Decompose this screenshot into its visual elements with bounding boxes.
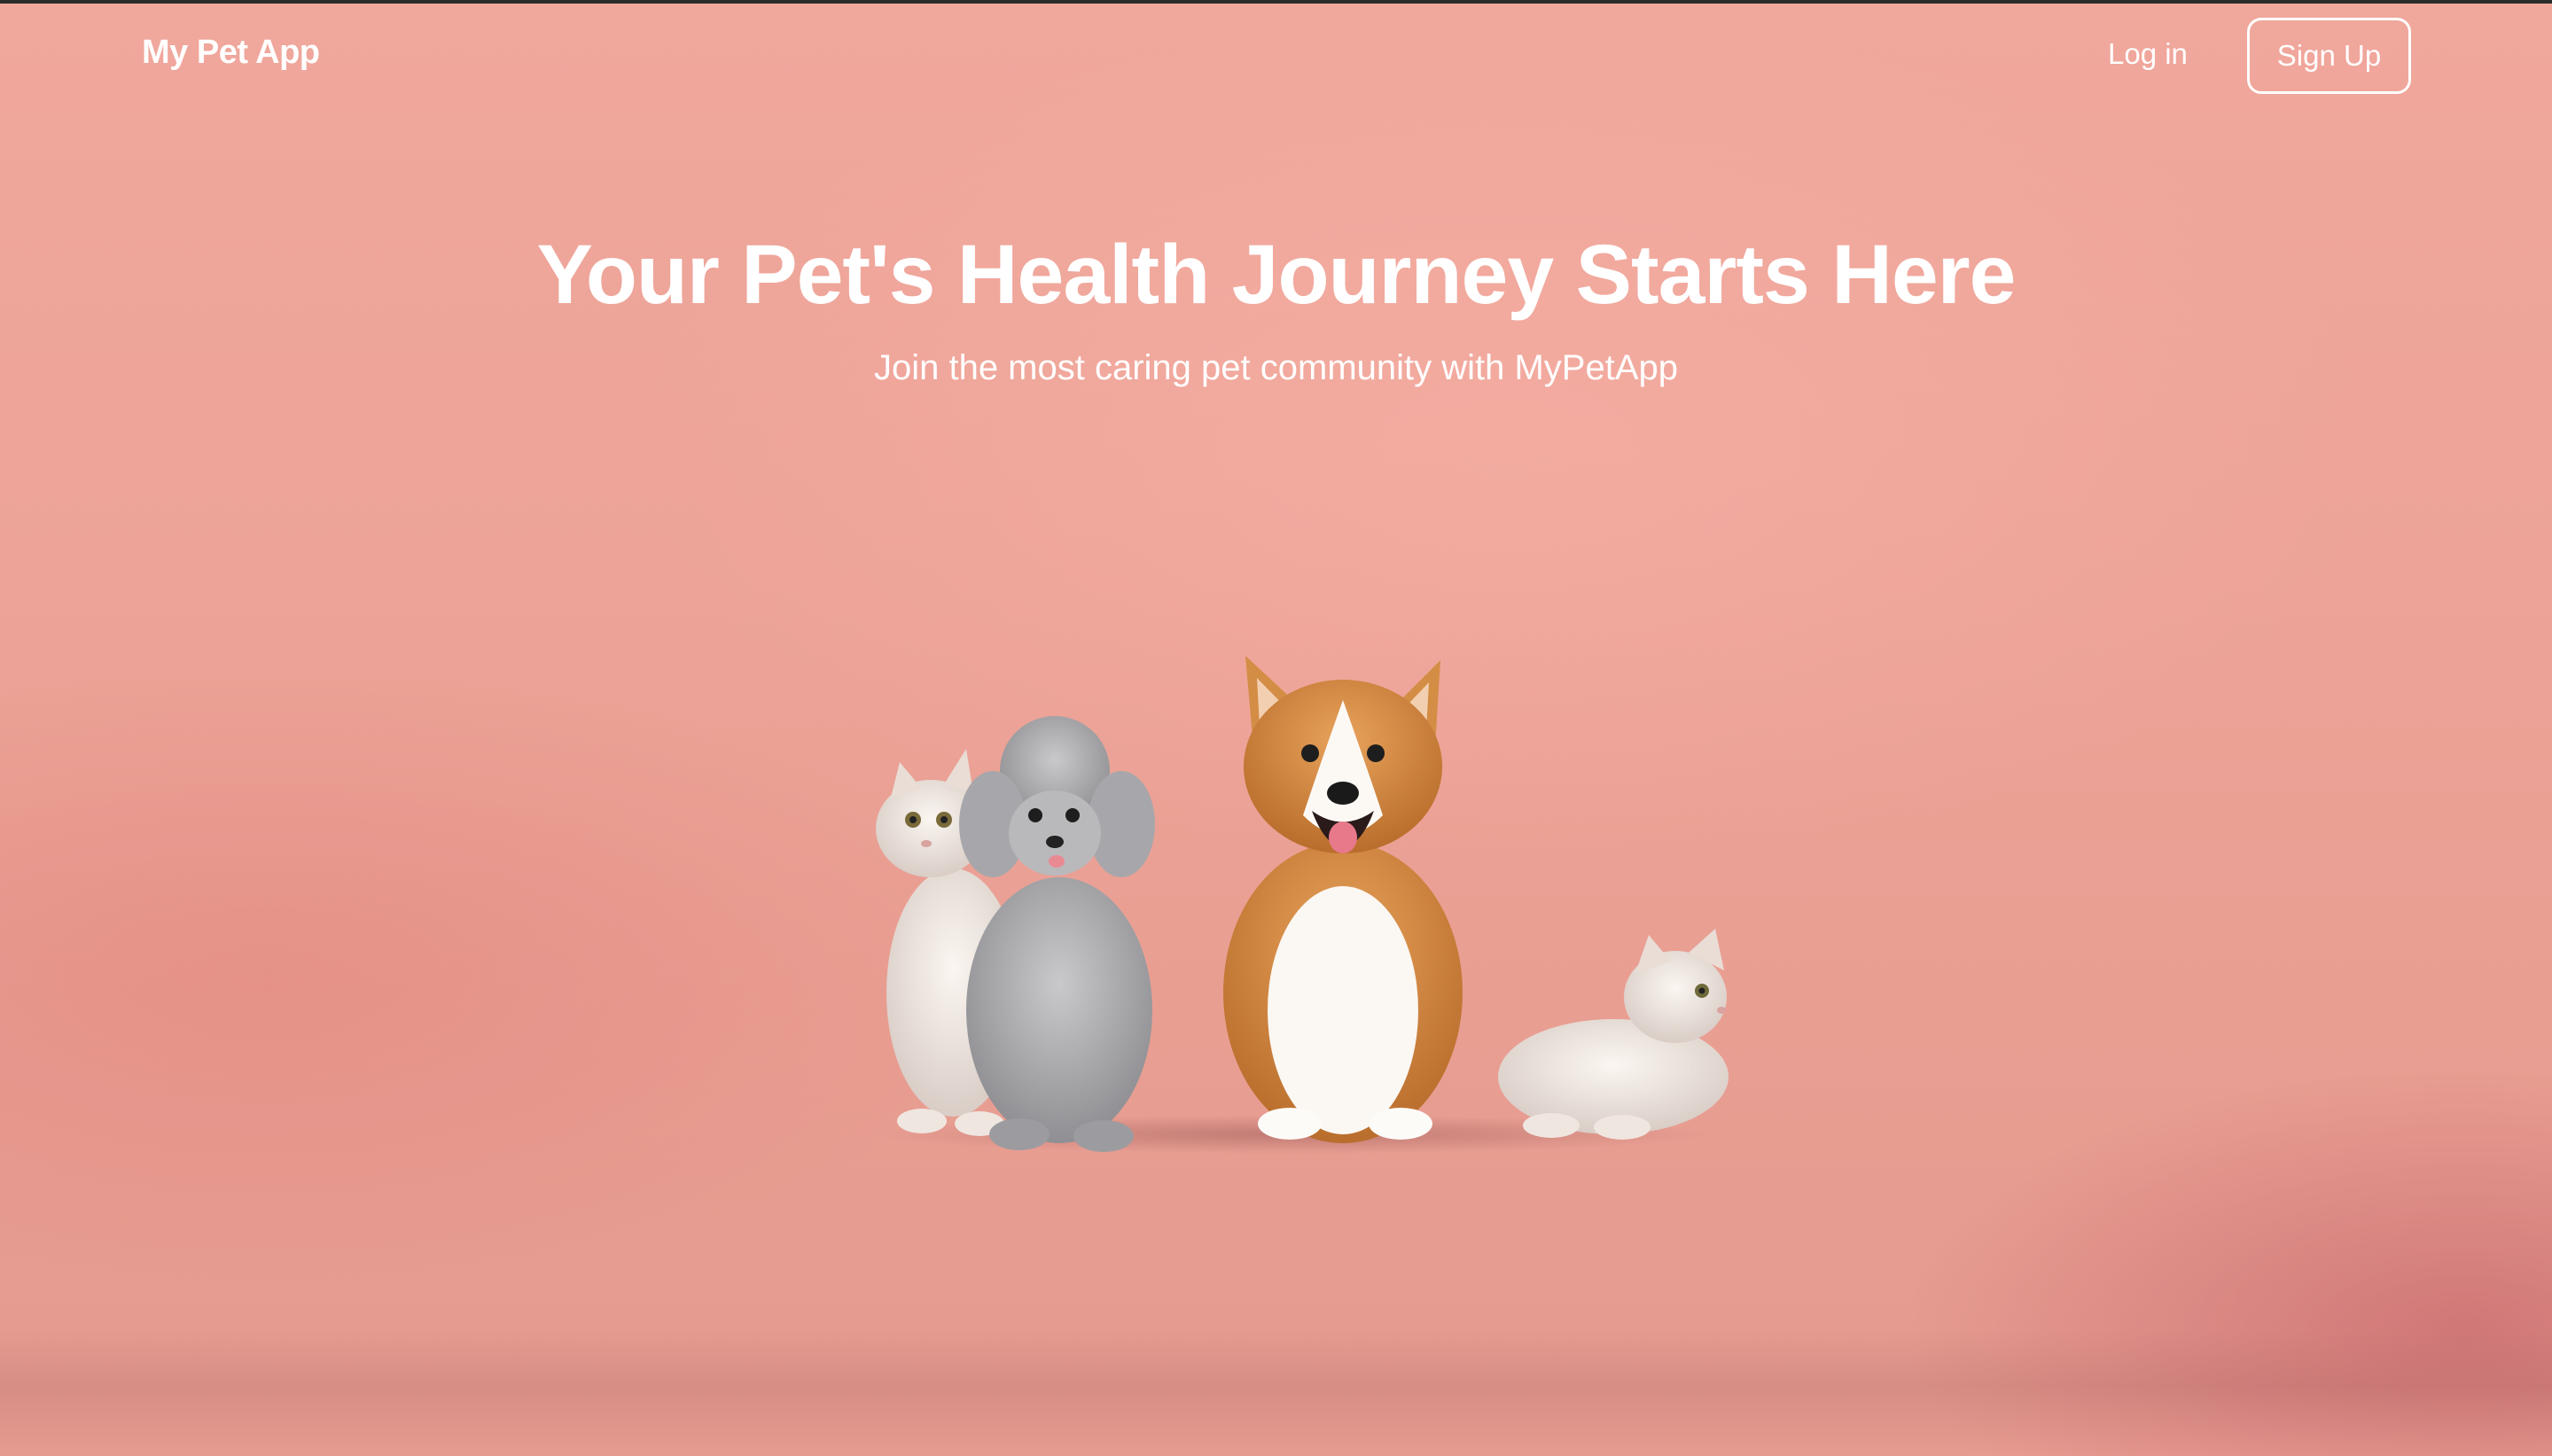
hero-subtitle: Join the most caring pet community with … (873, 348, 1679, 387)
hero-section: Your Pet's Health Journey Starts Here Jo… (0, 222, 2552, 390)
brand-logo-text[interactable]: My Pet App (142, 34, 320, 72)
hero-title: Your Pet's Health Journey Starts Here (536, 228, 2017, 322)
lying-white-cat (1498, 929, 1729, 1140)
floor-shadow (0, 1329, 2552, 1456)
grey-poodle (959, 716, 1155, 1152)
corgi (1223, 656, 1463, 1143)
navbar: My Pet App Log in Sign Up (0, 0, 2552, 112)
pets-group-illustration (851, 638, 1737, 1170)
signup-button[interactable]: Sign Up (2247, 18, 2411, 94)
login-link[interactable]: Log in (2108, 37, 2188, 71)
